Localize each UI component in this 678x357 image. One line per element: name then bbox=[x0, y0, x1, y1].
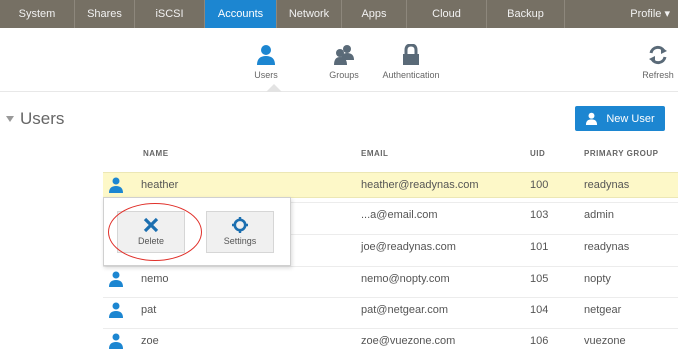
lock-icon bbox=[403, 44, 419, 65]
col-name-header: NAME bbox=[143, 149, 169, 158]
user-uid: 101 bbox=[530, 241, 549, 253]
nav-tab-cloud[interactable]: Cloud bbox=[407, 0, 487, 28]
user-icon bbox=[109, 177, 123, 193]
user-group: netgear bbox=[584, 304, 622, 316]
refresh-label: Refresh bbox=[642, 70, 674, 80]
nav-tab-iscsi[interactable]: iSCSI bbox=[135, 0, 205, 28]
user-icon bbox=[586, 112, 598, 125]
user-email: heather@readynas.com bbox=[361, 179, 479, 191]
section-title-text: Users bbox=[20, 109, 65, 128]
col-uid-header: UID bbox=[530, 149, 546, 158]
user-email: ...a@email.com bbox=[361, 209, 438, 221]
user-group: readynas bbox=[584, 241, 630, 253]
refresh-button[interactable]: Refresh bbox=[640, 28, 676, 80]
user-uid: 100 bbox=[530, 179, 549, 191]
new-user-button[interactable]: New User bbox=[575, 106, 665, 131]
subtab-groups-label: Groups bbox=[329, 70, 359, 80]
user-uid: 103 bbox=[530, 209, 549, 221]
new-user-label: New User bbox=[606, 112, 655, 125]
table-row[interactable]: zoe zoe@vuezone.com 106 vuezone bbox=[103, 328, 678, 354]
user-icon bbox=[109, 302, 123, 318]
nav-tab-system[interactable]: System bbox=[0, 0, 75, 28]
user-email: pat@netgear.com bbox=[361, 304, 448, 316]
user-group: vuezone bbox=[584, 335, 626, 347]
user-group: readynas bbox=[584, 179, 630, 191]
user-group: admin bbox=[584, 209, 614, 221]
table-header: NAME EMAIL UID PRIMARY GROUP bbox=[0, 145, 678, 165]
user-email: nemo@nopty.com bbox=[361, 273, 450, 285]
user-email: zoe@vuezone.com bbox=[361, 335, 456, 347]
nav-tab-shares[interactable]: Shares bbox=[75, 0, 135, 28]
top-nav: System Shares iSCSI Accounts Network App… bbox=[0, 0, 678, 28]
table-row[interactable]: heather heather@readynas.com 100 readyna… bbox=[103, 172, 678, 198]
table-row[interactable]: pat pat@netgear.com 104 netgear bbox=[103, 297, 678, 323]
subtab-groups[interactable]: Groups bbox=[322, 28, 366, 80]
gear-icon bbox=[232, 217, 248, 233]
user-name: heather bbox=[141, 179, 179, 191]
nav-tab-accounts[interactable]: Accounts bbox=[205, 0, 277, 28]
settings-button[interactable]: Settings bbox=[206, 211, 274, 253]
active-subtab-caret bbox=[266, 84, 282, 92]
user-name: zoe bbox=[141, 335, 159, 347]
subtab-users-label: Users bbox=[254, 70, 278, 80]
profile-menu[interactable]: Profile ▾ bbox=[565, 0, 678, 28]
nav-tab-network[interactable]: Network bbox=[277, 0, 342, 28]
user-name: nemo bbox=[141, 273, 169, 285]
user-group: nopty bbox=[584, 273, 611, 285]
user-uid: 105 bbox=[530, 273, 549, 285]
highlight-circle bbox=[108, 203, 202, 261]
accounts-subbar: Users Groups Authentication Refresh bbox=[0, 28, 678, 92]
user-icon bbox=[109, 333, 123, 349]
user-icon bbox=[109, 271, 123, 287]
table-row[interactable]: nemo nemo@nopty.com 105 nopty bbox=[103, 266, 678, 292]
refresh-icon bbox=[649, 45, 667, 65]
subtab-authentication[interactable]: Authentication bbox=[376, 28, 446, 80]
subtab-authentication-label: Authentication bbox=[382, 70, 440, 80]
user-uid: 104 bbox=[530, 304, 549, 316]
section-title[interactable]: Users bbox=[6, 109, 64, 129]
nav-tab-backup[interactable]: Backup bbox=[487, 0, 565, 28]
collapse-triangle-icon bbox=[6, 116, 14, 122]
group-icon bbox=[334, 45, 354, 65]
nav-tab-apps[interactable]: Apps bbox=[342, 0, 407, 28]
settings-label: Settings bbox=[223, 236, 257, 246]
col-group-header: PRIMARY GROUP bbox=[584, 149, 659, 158]
user-name: pat bbox=[141, 304, 157, 316]
subtab-users[interactable]: Users bbox=[246, 28, 286, 80]
user-icon bbox=[257, 45, 275, 65]
user-uid: 106 bbox=[530, 335, 549, 347]
col-email-header: EMAIL bbox=[361, 149, 389, 158]
user-email: joe@readynas.com bbox=[361, 241, 456, 253]
